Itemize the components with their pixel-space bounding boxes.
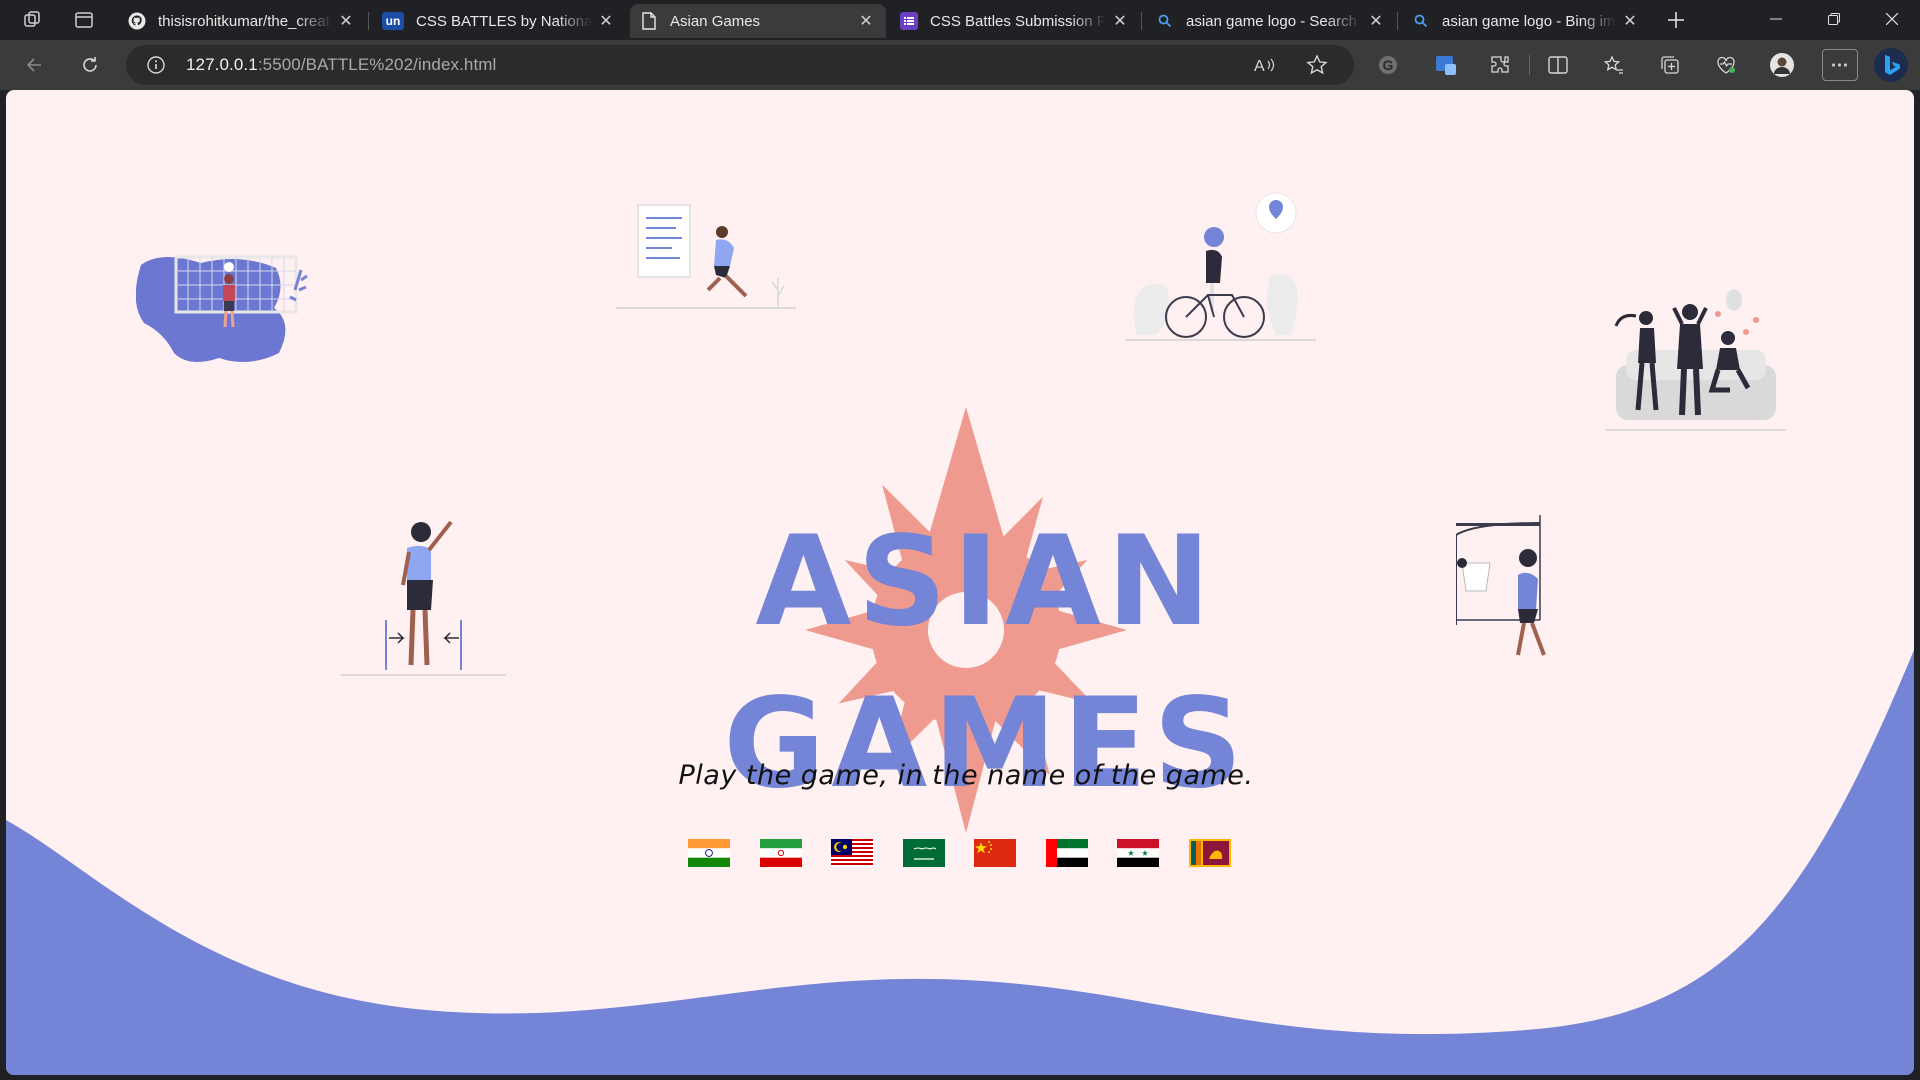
close-icon[interactable]: ✕ <box>336 11 356 31</box>
site-info-icon[interactable] <box>146 55 166 80</box>
saudi-arabia-flag-icon <box>903 839 945 867</box>
bing-copilot-icon[interactable] <box>1874 48 1908 82</box>
tab-separator <box>1141 12 1142 30</box>
tab-title: CSS Battles Submission Fo <box>930 12 1106 30</box>
address-bar[interactable]: 127.0.0.1:5500/BATTLE%202/index.html A <box>126 45 1354 85</box>
restore-button[interactable] <box>1806 0 1862 38</box>
browser-essentials-icon[interactable] <box>1710 49 1742 81</box>
tab-title: Asian Games <box>670 12 761 30</box>
close-icon[interactable]: ✕ <box>1620 11 1640 31</box>
url-text: 127.0.0.1:5500/BATTLE%202/index.html <box>186 55 496 75</box>
basketball-illustration <box>1456 515 1546 656</box>
vertical-tabs-icon[interactable] <box>68 6 100 34</box>
page-icon <box>640 12 658 30</box>
page-title-line-1: ASIAN <box>755 510 1217 654</box>
github-icon <box>128 12 146 30</box>
browser-toolbar: 127.0.0.1:5500/BATTLE%202/index.html A G… <box>0 40 1920 90</box>
close-icon[interactable]: ✕ <box>856 11 876 31</box>
china-flag-icon <box>974 839 1016 867</box>
profile-avatar[interactable] <box>1766 49 1798 81</box>
tab-separator <box>368 12 369 30</box>
settings-more-button[interactable]: ⋯ <box>1822 49 1858 81</box>
url-path: :5500/BATTLE%202/index.html <box>257 55 497 74</box>
split-screen-icon[interactable] <box>1542 49 1574 81</box>
svg-text:A: A <box>1254 58 1265 75</box>
tab-css-battles[interactable]: un CSS BATTLES by National In ✕ <box>372 4 626 38</box>
workspaces-icon[interactable] <box>16 6 48 34</box>
goalkeeper-illustration <box>136 255 308 362</box>
tab-title: asian game logo - Bing im <box>1442 12 1616 30</box>
iran-flag-icon <box>760 839 802 867</box>
malaysia-flag-icon <box>831 839 873 867</box>
title-block: ASIAN GAMES <box>646 390 1326 870</box>
new-tab-button[interactable] <box>1660 6 1692 34</box>
tab-title: thisisrohitkumar/the_creat <box>158 12 330 30</box>
collections-icon[interactable] <box>1654 49 1686 81</box>
unstop-icon: un <box>382 12 404 30</box>
reload-button[interactable] <box>74 49 106 81</box>
url-host: 127.0.0.1 <box>186 55 258 74</box>
tab-bing-search[interactable]: asian game logo - Search ✕ <box>1146 4 1396 38</box>
minimize-button[interactable] <box>1748 0 1804 38</box>
extensions-icon[interactable] <box>1484 49 1516 81</box>
cyclist-illustration <box>1126 192 1316 341</box>
tagline: Play the game, in the name of the game. <box>678 760 1254 791</box>
tab-strip: thisisrohitkumar/the_creat ✕ un CSS BATT… <box>0 0 1920 40</box>
close-icon[interactable]: ✕ <box>1366 11 1386 31</box>
search-icon <box>1156 12 1174 30</box>
india-flag-icon <box>688 839 730 867</box>
read-aloud-icon[interactable]: A <box>1254 55 1276 80</box>
close-window-button[interactable] <box>1864 0 1920 38</box>
close-icon[interactable]: ✕ <box>596 11 616 31</box>
tab-title: CSS BATTLES by National In <box>416 12 592 30</box>
favorite-star-icon[interactable] <box>1306 54 1328 81</box>
uae-flag-icon <box>1046 839 1088 867</box>
grammarly-icon[interactable]: G <box>1372 49 1404 81</box>
syria-flag-icon <box>1117 839 1159 867</box>
tab-separator <box>1397 12 1398 30</box>
tab-asian-games[interactable]: Asian Games ✕ <box>630 4 886 38</box>
page-viewport: ASIAN GAMES Play the game, in the name o… <box>6 90 1914 1075</box>
extension-screenshot-icon[interactable] <box>1430 49 1462 81</box>
search-icon <box>1412 12 1430 30</box>
tab-bing-images[interactable]: asian game logo - Bing im ✕ <box>1402 4 1650 38</box>
tab-title: asian game logo - Search <box>1186 12 1357 30</box>
friends-celebrating-illustration <box>1606 289 1786 431</box>
svg-text:G: G <box>1383 57 1394 73</box>
forms-icon <box>900 12 918 30</box>
page-title-line-2: GAMES <box>723 672 1249 816</box>
tab-submission-form[interactable]: CSS Battles Submission Fo ✕ <box>890 4 1140 38</box>
sri-lanka-flag-icon <box>1189 839 1231 867</box>
runner-document-illustration <box>616 204 796 309</box>
back-button[interactable] <box>18 49 50 81</box>
toolbar-separator <box>1529 55 1530 75</box>
favorites-icon[interactable] <box>1598 49 1630 81</box>
athlete-measure-illustration <box>341 520 506 676</box>
close-icon[interactable]: ✕ <box>1110 11 1130 31</box>
tab-github[interactable]: thisisrohitkumar/the_creat ✕ <box>118 4 366 38</box>
